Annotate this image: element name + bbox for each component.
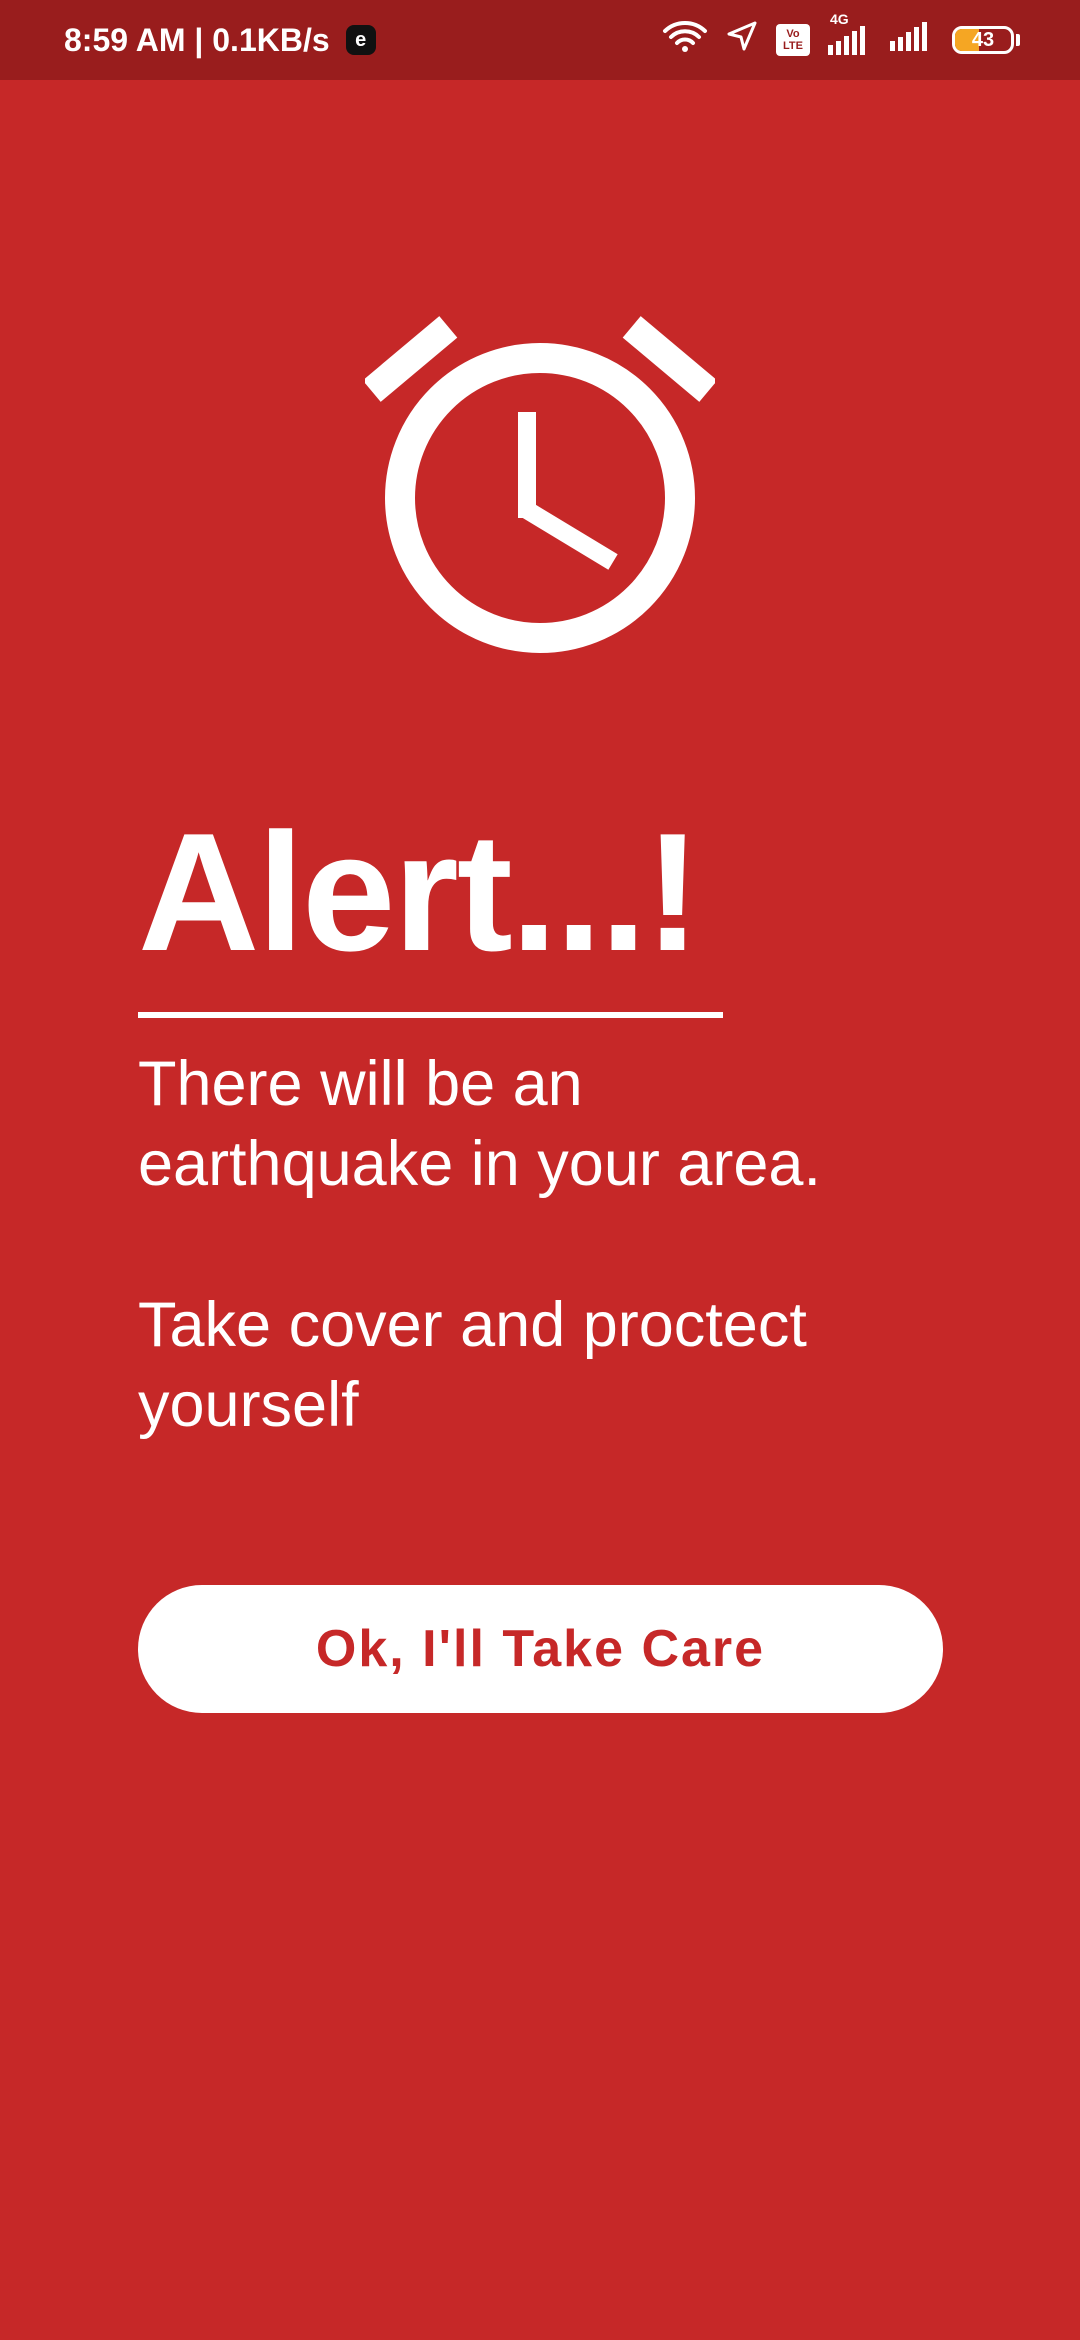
status-left: 8:59 AM | 0.1KB/s e [64, 22, 376, 59]
alert-instruction-line-2: yourself [138, 1370, 359, 1440]
signal-4g-group: 4G [828, 11, 872, 55]
battery-level: 43 [971, 28, 995, 51]
alert-instruction: Take cover and proctect yourself [138, 1285, 958, 1445]
signal-icon-secondary [890, 21, 934, 59]
alert-title: Alert...! [138, 798, 701, 986]
alert-message: There will be an earthquake in your area… [138, 1044, 958, 1204]
battery-group: 43 [952, 26, 1020, 54]
status-time-speed: 8:59 AM | 0.1KB/s [64, 21, 330, 58]
volte-top-label: Vo [786, 28, 800, 40]
wifi-icon [662, 19, 708, 61]
location-arrow-icon [726, 20, 758, 60]
signal-icon [828, 26, 865, 55]
title-divider [138, 1012, 723, 1018]
alert-instruction-line-1: Take cover and proctect [138, 1290, 807, 1360]
status-right: Vo LTE 4G 43 [662, 11, 1020, 61]
network-type-label: 4G [830, 11, 849, 27]
alert-message-line-2: earthquake in your area. [138, 1129, 821, 1199]
battery-cap [1016, 34, 1020, 46]
status-bar: 8:59 AM | 0.1KB/s e Vo LTE 4G 43 [0, 0, 1080, 80]
volte-bottom-label: LTE [783, 40, 803, 52]
volte-icon: Vo LTE [776, 24, 810, 56]
alarm-clock-icon [365, 316, 715, 653]
battery-icon: 43 [952, 26, 1014, 54]
ok-take-care-button[interactable]: Ok, I'll Take Care [138, 1585, 943, 1713]
app-notification-icon: e [345, 25, 376, 55]
alert-message-line-1: There will be an [138, 1049, 583, 1119]
